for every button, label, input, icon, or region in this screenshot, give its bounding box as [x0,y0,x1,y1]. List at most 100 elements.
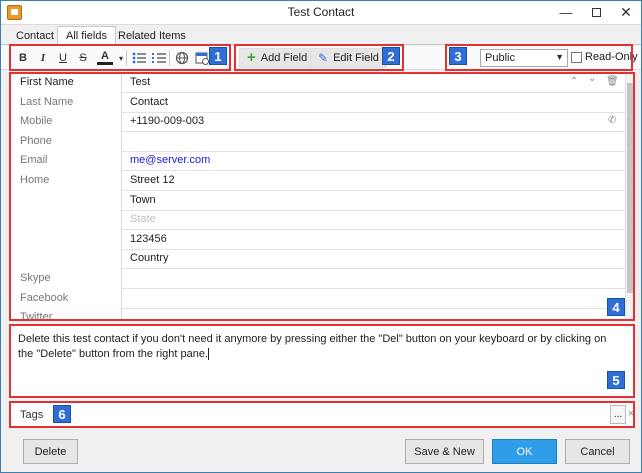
field-row[interactable]: Town [10,191,626,211]
toolbar-separator [169,50,170,66]
notes-content: Delete this test contact if you don't ne… [18,333,607,360]
field-label: Facebook [20,292,69,304]
field-label: Twitter [20,311,53,321]
field-label: Mobile [20,115,53,127]
field-label: Skype [20,272,51,284]
tab-contact[interactable]: Contact [7,26,63,45]
field-value[interactable]: State [121,210,626,230]
text-caret [208,348,210,361]
field-row[interactable]: Twitter [10,308,626,321]
plus-icon: + [247,49,256,66]
field-label [10,249,121,269]
visibility-value: Public [485,52,515,64]
field-row[interactable]: Mobile +1190-009-003 [10,112,626,132]
bold-icon[interactable]: B [15,50,31,66]
callout-badge-3: 3 [449,47,467,65]
field-row[interactable]: State [10,210,626,230]
field-value[interactable]: Street 12 [121,171,626,191]
field-row[interactable]: Country [10,249,626,269]
field-label [10,230,121,250]
title-bar: Test Contact — ✕ [1,1,641,25]
insert-date-icon[interactable] [194,50,210,66]
field-value[interactable]: me@server.com [121,151,626,171]
read-only-label: Read-Only [585,51,638,63]
field-label [10,210,121,230]
field-value[interactable] [121,308,626,320]
field-label: Last Name [20,96,74,108]
tab-bar: Contact All fields Related Items [1,26,641,46]
italic-icon[interactable]: I [35,50,51,66]
window-title: Test Contact [287,5,355,19]
field-value[interactable]: Town [121,191,626,211]
field-value[interactable] [121,289,626,309]
strikethrough-icon[interactable]: S [75,50,91,66]
visibility-select[interactable]: Public ▼ [480,49,568,67]
chevron-down-icon: ▼ [555,52,564,62]
callout-badge-6: 6 [53,405,71,423]
delete-button[interactable]: Delete [23,439,78,464]
field-value[interactable]: Country [121,249,626,269]
pencil-icon: ✎ [318,51,329,65]
field-label: Home [20,174,50,186]
field-value[interactable]: Test [121,73,626,93]
move-up-icon[interactable]: ⌃ [570,76,578,87]
tab-related-items[interactable]: Related Items [109,26,195,45]
maximize-icon [591,7,601,17]
field-value[interactable] [121,132,626,152]
read-only-checkbox[interactable] [571,51,582,63]
toolbar-separator [126,50,127,66]
callout-badge-2: 2 [382,47,400,65]
tags-input[interactable] [80,404,610,425]
bullet-list-icon[interactable] [131,50,147,66]
phone-call-icon[interactable]: ✆ [608,115,616,126]
tags-browse-button[interactable]: ... [610,405,626,424]
minimize-button[interactable]: — [551,1,581,23]
ok-button[interactable]: OK [492,439,557,464]
move-down-icon[interactable]: ⌄ [588,73,596,84]
font-color-icon[interactable]: A [97,50,113,65]
tab-all-fields[interactable]: All fields [57,26,116,46]
field-row[interactable]: Facebook [10,289,626,309]
field-label [10,191,121,211]
field-value[interactable]: 123456 [121,230,626,250]
cancel-button[interactable]: Cancel [565,439,630,464]
field-value[interactable] [121,269,626,289]
callout-badge-5: 5 [607,371,625,389]
save-and-new-button[interactable]: Save & New [405,439,484,464]
field-row[interactable]: Phone [10,132,626,152]
maximize-button[interactable] [581,1,611,23]
field-label: First Name [10,73,121,93]
delete-row-icon[interactable]: 🗑 [606,76,619,87]
callout-badge-1: 1 [209,47,227,65]
fields-grid: First Name Test Last Name Contact Mobile +119… [9,72,635,321]
toolbar: B I U S A ▾ + Add Field ✎ Edit Field Pub… [1,46,641,70]
edit-field-button[interactable]: ✎ Edit Field [310,48,387,68]
close-button[interactable]: ✕ [611,1,641,23]
contact-window: Test Contact — ✕ Contact All fields Rela… [0,0,642,473]
edit-field-label: Edit Field [333,52,379,64]
field-row[interactable]: Email me@server.com [10,151,626,171]
add-field-button[interactable]: + Add Field [239,48,316,68]
add-field-label: Add Field [260,52,308,64]
callout-badge-4: 4 [607,298,625,316]
minimize-icon: — [559,4,573,20]
field-row[interactable]: Last Name Contact [10,93,626,113]
field-row[interactable]: First Name Test [10,73,626,93]
field-value[interactable]: +1190-009-003 [121,112,626,132]
notes-area[interactable]: Delete this test contact if you don't ne… [9,325,635,397]
underline-icon[interactable]: U [55,50,71,66]
tags-clear-icon[interactable]: × [628,408,634,420]
field-value[interactable]: Contact [121,93,626,113]
field-row[interactable]: Skype [10,269,626,289]
tags-label: Tags [20,409,44,421]
field-row[interactable]: 123456 [10,230,626,250]
read-only-toggle[interactable]: Read-Only [571,51,638,63]
numbered-list-icon[interactable] [151,50,167,66]
field-label: Email [20,154,48,166]
field-label: Phone [20,135,52,147]
scrollbar-thumb[interactable] [627,83,633,293]
notes-text: Delete this test contact if you don't ne… [18,332,618,362]
link-icon[interactable] [174,50,190,66]
fields-scrollbar[interactable] [625,73,634,320]
field-row[interactable]: Home Street 12 [10,171,626,191]
